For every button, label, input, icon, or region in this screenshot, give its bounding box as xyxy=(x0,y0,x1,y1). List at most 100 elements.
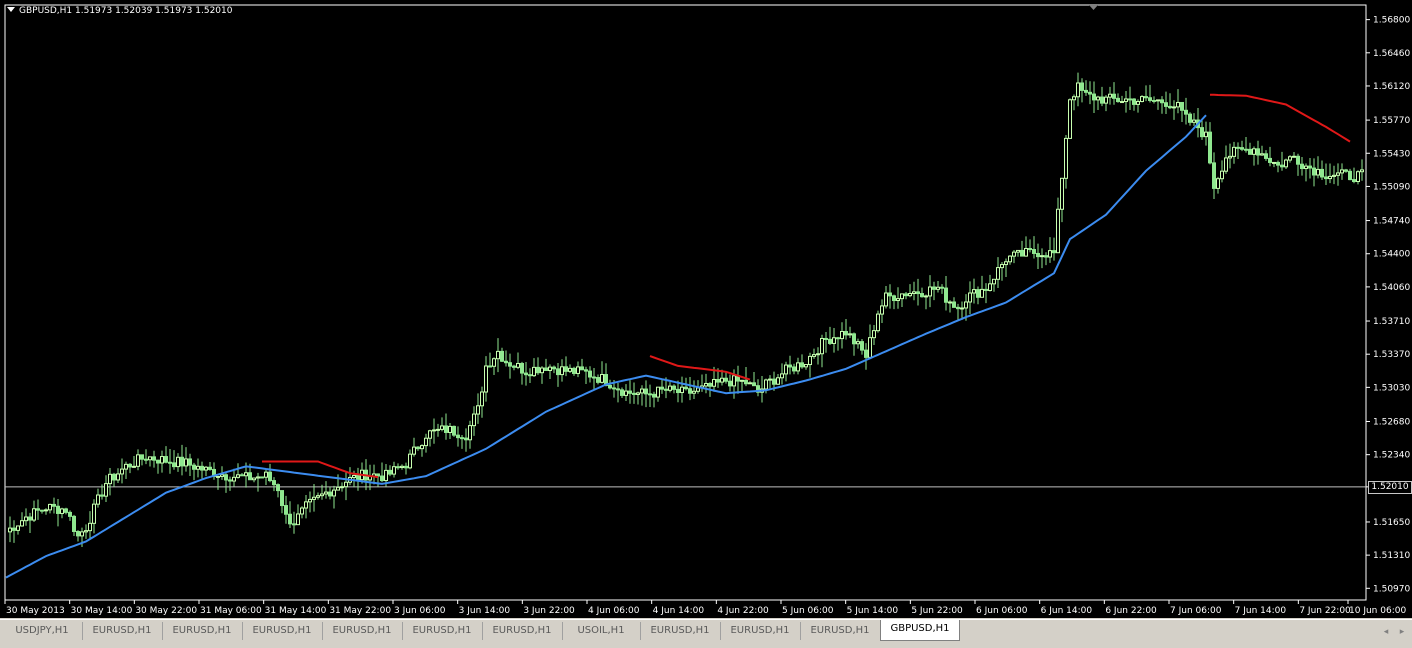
candle-body xyxy=(472,413,476,427)
dropdown-triangle-icon[interactable] xyxy=(7,7,15,12)
candle-body xyxy=(1208,131,1212,164)
candle-body xyxy=(892,295,896,302)
x-tick-label: 3 Jun 22:00 xyxy=(523,606,575,616)
candle-body xyxy=(1176,101,1180,108)
tab-scroll-right-icon[interactable]: ▸ xyxy=(1396,624,1408,638)
candle-body xyxy=(8,527,12,533)
candle-body xyxy=(940,286,944,289)
candle-body xyxy=(452,425,456,436)
candle-body xyxy=(56,505,60,514)
candle-body xyxy=(492,358,496,367)
candle-body xyxy=(1200,127,1204,138)
tab-eurusd-h1[interactable]: EURUSD,H1 xyxy=(242,622,323,640)
tab-scroll-left-icon[interactable]: ◂ xyxy=(1380,624,1392,638)
candle-body xyxy=(1044,255,1048,258)
candle-body xyxy=(1036,252,1040,258)
candle-body xyxy=(108,473,112,485)
tab-eurusd-h1[interactable]: EURUSD,H1 xyxy=(402,622,483,640)
candle-body xyxy=(288,513,292,525)
tab-eurusd-h1[interactable]: EURUSD,H1 xyxy=(482,622,563,640)
candle-body xyxy=(640,388,644,394)
candle-body xyxy=(392,466,396,475)
y-tick-label: 1.55090 xyxy=(1373,182,1410,192)
candle-body xyxy=(1296,155,1300,165)
candle-body xyxy=(1168,105,1172,109)
tab-usdjpy-h1[interactable]: USDJPY,H1 xyxy=(2,622,83,640)
candle-body xyxy=(576,366,580,374)
shift-marker-icon xyxy=(1089,5,1098,10)
candle-body xyxy=(788,364,792,368)
candle-body xyxy=(292,523,296,526)
candle-body xyxy=(12,527,16,531)
candle-body xyxy=(656,386,660,398)
tab-eurusd-h1[interactable]: EURUSD,H1 xyxy=(800,622,881,640)
tab-eurusd-h1[interactable]: EURUSD,H1 xyxy=(640,622,721,640)
candle-body xyxy=(1124,98,1128,103)
candle-body xyxy=(884,292,888,307)
candle-body xyxy=(152,456,156,461)
x-tick-label: 31 May 22:00 xyxy=(329,606,391,616)
candle-body xyxy=(388,469,392,475)
candle-body xyxy=(564,366,568,372)
candle-body xyxy=(204,466,208,471)
candle-body xyxy=(428,430,432,439)
candle-body xyxy=(1028,248,1032,251)
tab-gbpusd-h1[interactable]: GBPUSD,H1 xyxy=(880,620,960,641)
candle-body xyxy=(268,471,272,482)
candle-body xyxy=(1268,157,1272,163)
candle-body xyxy=(1180,101,1184,111)
candle-body xyxy=(396,466,400,469)
candle-body xyxy=(1308,165,1312,169)
candle-body xyxy=(692,390,696,394)
candle-body xyxy=(824,337,828,340)
candle-body xyxy=(336,486,340,491)
candle-body xyxy=(276,484,280,492)
tab-usoil-h1[interactable]: USOIL,H1 xyxy=(562,622,641,640)
candle-body xyxy=(264,471,268,478)
candle-body xyxy=(844,330,848,336)
tab-eurusd-h1[interactable]: EURUSD,H1 xyxy=(720,622,801,640)
x-tick-label: 3 Jun 14:00 xyxy=(459,606,511,616)
candle-body xyxy=(412,446,416,455)
candle-body xyxy=(764,379,768,390)
candle-body xyxy=(456,434,460,439)
chart-window[interactable]: 1.56800 1.56460 1.56120 1.55770 1.55430 1.550… xyxy=(0,0,1412,618)
candle-body xyxy=(912,291,916,295)
candle-body xyxy=(1260,153,1264,156)
candle-body xyxy=(964,301,968,309)
candle-body xyxy=(1116,97,1120,103)
candle-body xyxy=(856,341,860,345)
candle-body xyxy=(948,301,952,304)
candle-body xyxy=(1128,98,1132,101)
candle-body xyxy=(1244,148,1248,151)
candle-body xyxy=(520,362,524,374)
candle-body xyxy=(164,456,168,463)
candle-body xyxy=(460,437,464,440)
price-chart[interactable]: 1.56800 1.56460 1.56120 1.55770 1.55430 1.550… xyxy=(0,0,1412,618)
x-tick-label: 3 Jun 06:00 xyxy=(394,606,446,616)
candle-body xyxy=(156,459,160,464)
candle-body xyxy=(988,283,992,291)
candle-body xyxy=(916,291,920,295)
candle-body xyxy=(1316,168,1320,176)
candle-body xyxy=(124,463,128,470)
candle-body xyxy=(632,392,636,395)
candle-body xyxy=(644,388,648,395)
candle-body xyxy=(356,474,360,481)
x-tick-label: 31 May 14:00 xyxy=(265,606,327,616)
candle-body xyxy=(620,389,624,396)
candle-body xyxy=(1096,96,1100,101)
candle-body xyxy=(196,465,200,470)
candle-body xyxy=(84,530,88,533)
candle-body xyxy=(712,378,716,387)
tab-eurusd-h1[interactable]: EURUSD,H1 xyxy=(162,622,243,640)
candle-body xyxy=(1292,155,1296,158)
tab-eurusd-h1[interactable]: EURUSD,H1 xyxy=(322,622,403,640)
tab-eurusd-h1[interactable]: EURUSD,H1 xyxy=(82,622,163,640)
candle-body xyxy=(232,476,236,482)
y-tick-label: 1.53370 xyxy=(1373,350,1410,360)
candle-body xyxy=(748,382,752,385)
candle-body xyxy=(296,513,300,526)
candle-body xyxy=(1052,250,1056,254)
y-tick-label: 1.54060 xyxy=(1373,283,1410,293)
